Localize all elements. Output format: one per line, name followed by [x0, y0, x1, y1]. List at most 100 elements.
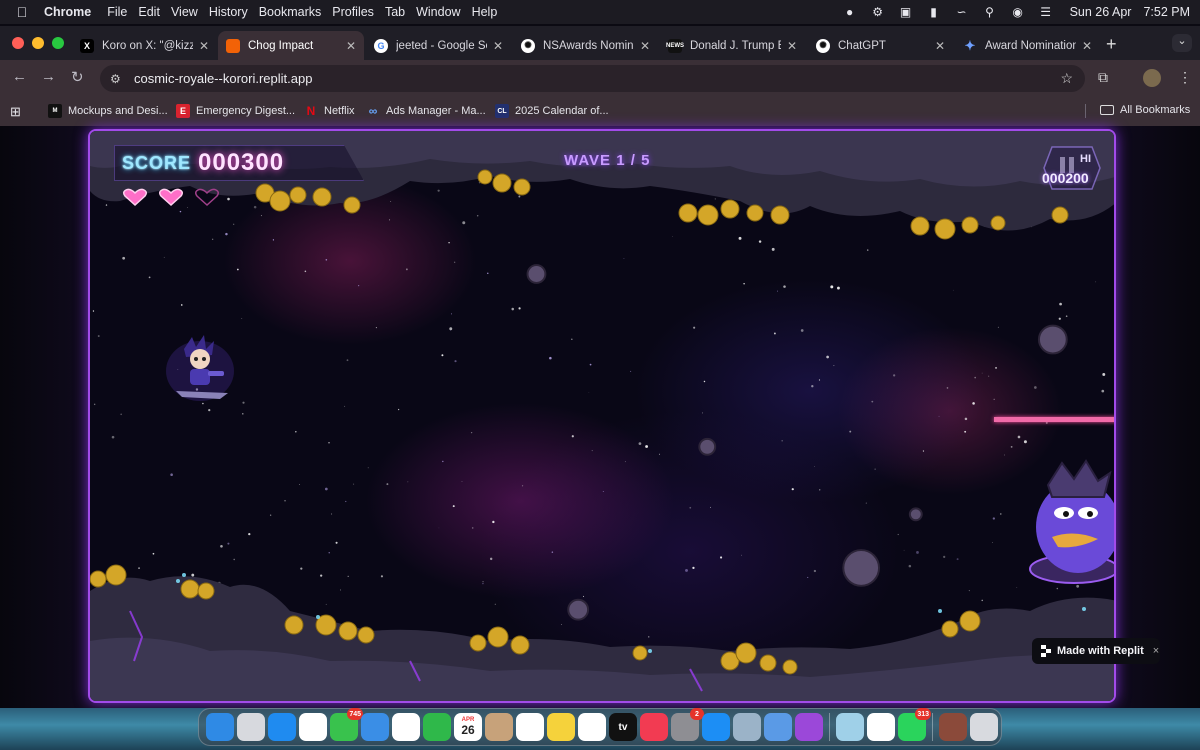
dock-app-label: tv: [618, 721, 628, 733]
all-bookmarks-button[interactable]: All Bookmarks: [1100, 104, 1190, 116]
replit-badge-close-icon[interactable]: ×: [1153, 645, 1159, 657]
made-with-replit-badge[interactable]: Made with Replit ×: [1032, 638, 1160, 664]
close-window-button[interactable]: [12, 37, 24, 49]
tab-koro[interactable]: X Koro on X: "@kizzy ✕: [72, 31, 217, 60]
dock-music-icon[interactable]: [640, 713, 668, 741]
dock-chrome-icon[interactable]: [299, 713, 327, 741]
reload-icon[interactable]: ↻: [71, 68, 84, 86]
menu-app-name[interactable]: Chrome: [44, 5, 107, 19]
dock-photos-icon[interactable]: [392, 713, 420, 741]
bookmark-ads-manager[interactable]: ∞ Ads Manager - Ma...: [366, 104, 486, 118]
close-tab-icon[interactable]: ✕: [935, 39, 945, 53]
menu-edit[interactable]: Edit: [138, 5, 171, 19]
tab-chog-impact[interactable]: Chog Impact ✕: [218, 31, 364, 60]
bookmark-mockups[interactable]: M Mockups and Desi...: [48, 104, 168, 118]
menu-window[interactable]: Window: [416, 5, 471, 19]
menu-history[interactable]: History: [209, 5, 259, 19]
dock-podcasts-icon[interactable]: [795, 713, 823, 741]
star: [461, 481, 463, 482]
apple-menu-icon[interactable]: : [0, 4, 44, 20]
star: [781, 440, 783, 442]
game-canvas[interactable]: SCORE 000300 WAVE 1 / 5 HI 000200: [88, 129, 1116, 703]
more-menu-icon[interactable]: ⋮: [1178, 69, 1192, 86]
dock-freeform-icon[interactable]: [578, 713, 606, 741]
tab-nsawards[interactable]: ✺ NSAwards Nomine ✕: [513, 31, 658, 60]
close-tab-icon[interactable]: ✕: [199, 39, 209, 53]
dock-disk-utility-icon[interactable]: [733, 713, 761, 741]
tab-chatgpt[interactable]: ✺ ChatGPT ✕: [808, 31, 953, 60]
star: [367, 467, 369, 469]
sync-status-icon[interactable]: ⚙: [870, 5, 886, 19]
menu-profiles[interactable]: Profiles: [332, 5, 385, 19]
tab-search-button[interactable]: ⌄: [1172, 34, 1192, 52]
minimize-window-button[interactable]: [32, 37, 44, 49]
menu-file[interactable]: File: [107, 5, 138, 19]
tab-award-nomination[interactable]: ✦ Award Nomination ✕: [955, 31, 1100, 60]
dock-finder-window-icon[interactable]: [836, 713, 864, 741]
menu-bookmarks[interactable]: Bookmarks: [259, 5, 333, 19]
dock-mail-icon[interactable]: [361, 713, 389, 741]
bookmark-netflix[interactable]: N Netflix: [304, 104, 355, 118]
dock-finder-icon[interactable]: [206, 713, 234, 741]
close-tab-icon[interactable]: ✕: [493, 39, 503, 53]
menu-help[interactable]: Help: [472, 5, 509, 19]
dock-system-settings-icon[interactable]: 2: [671, 708, 704, 741]
dock-wordpress-icon[interactable]: [867, 713, 895, 741]
battery-icon[interactable]: ▮: [926, 5, 942, 19]
control-center-icon[interactable]: ☰: [1038, 5, 1054, 19]
extensions-icon[interactable]: ⧉: [1098, 69, 1108, 86]
dock-notes-icon[interactable]: [547, 713, 575, 741]
star: [325, 258, 328, 261]
wordpress-status-icon[interactable]: ●: [842, 5, 858, 19]
address-url[interactable]: cosmic-royale--korori.replit.app: [134, 71, 312, 86]
profile-avatar[interactable]: [1143, 69, 1161, 87]
star: [471, 527, 474, 529]
menu-tab[interactable]: Tab: [385, 5, 416, 19]
forward-arrow-icon[interactable]: →: [41, 68, 56, 85]
dock-calendar-icon[interactable]: APR 26: [454, 713, 482, 741]
tab-google-search[interactable]: G jeeted - Google Se ✕: [366, 31, 511, 60]
dock-safari-icon[interactable]: [268, 713, 296, 741]
screen-status-icon[interactable]: ▣: [898, 5, 914, 19]
dock-trash-icon[interactable]: [970, 713, 998, 741]
apps-grid-icon[interactable]: ⊞: [10, 104, 21, 120]
wifi-icon[interactable]: ∽: [954, 5, 970, 19]
close-tab-icon[interactable]: ✕: [640, 39, 650, 53]
star: [897, 533, 899, 536]
dock-downloads-stack-icon[interactable]: [939, 713, 967, 741]
back-arrow-icon[interactable]: ←: [12, 68, 27, 85]
site-info-icon[interactable]: ⚙: [110, 72, 126, 86]
new-tab-button[interactable]: +: [1106, 34, 1117, 55]
dock-facetime-icon[interactable]: [423, 713, 451, 741]
close-tab-icon[interactable]: ✕: [1082, 39, 1092, 53]
dock-preview-icon[interactable]: [764, 713, 792, 741]
menu-view[interactable]: View: [171, 5, 209, 19]
dock-launchpad-icon[interactable]: [237, 713, 265, 741]
close-tab-icon[interactable]: ✕: [346, 39, 356, 53]
bookmark-star-icon[interactable]: ☆: [1060, 70, 1073, 87]
bookmark-calendar[interactable]: CL 2025 Calendar of...: [495, 104, 609, 118]
tab-donald-trump[interactable]: NEWS Donald J. Trump Bi ✕: [660, 31, 805, 60]
dock-tv-icon[interactable]: tv: [609, 713, 637, 741]
spotlight-search-icon[interactable]: ⚲: [982, 5, 998, 19]
star: [964, 430, 967, 433]
star: [1023, 440, 1027, 444]
star: [952, 289, 954, 291]
page-content: SCORE 000300 WAVE 1 / 5 HI 000200: [0, 126, 1200, 708]
menubar-date[interactable]: Sun 26 Apr: [1070, 5, 1132, 19]
bookmark-emergency[interactable]: E Emergency Digest...: [176, 104, 295, 118]
star: [814, 466, 815, 468]
zoom-window-button[interactable]: [52, 37, 64, 49]
address-bar[interactable]: ⚙ cosmic-royale--korori.replit.app ☆: [100, 65, 1085, 92]
siri-icon[interactable]: ◉: [1010, 5, 1026, 19]
close-tab-icon[interactable]: ✕: [787, 39, 797, 53]
menubar-time[interactable]: 7:52 PM: [1143, 5, 1190, 19]
dock-messages-icon[interactable]: 745: [330, 708, 363, 741]
life-heart-full-icon: [158, 188, 184, 207]
dock-contacts-icon[interactable]: [485, 713, 513, 741]
dock-whatsapp-icon[interactable]: 313: [898, 708, 931, 741]
life-heart-empty-icon: [194, 188, 220, 207]
dock-reminders-icon[interactable]: [516, 713, 544, 741]
star: [346, 359, 349, 362]
dock-app-store-icon[interactable]: [702, 713, 730, 741]
